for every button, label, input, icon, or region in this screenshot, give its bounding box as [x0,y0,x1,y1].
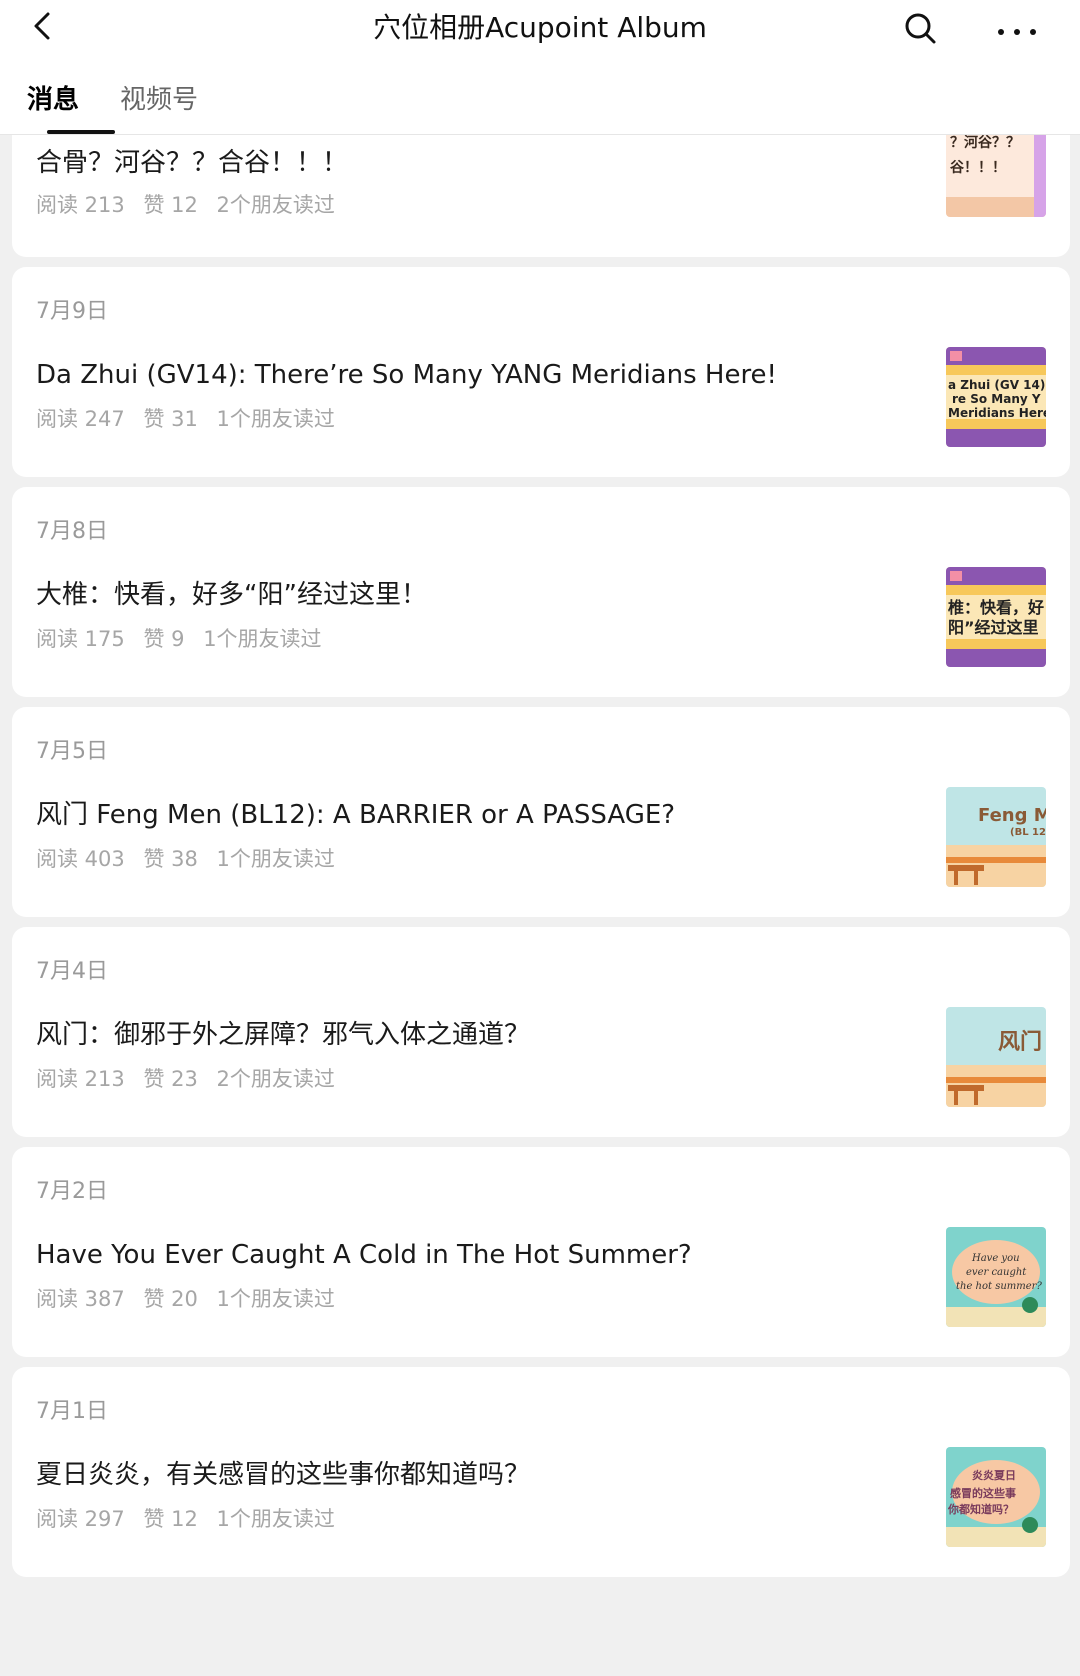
thumbnail-image: Have you ever caught the hot summer? [946,1227,1046,1327]
tab-messages[interactable]: 消息 [27,78,79,122]
like-count: 赞 38 [143,847,198,871]
article-stats: 阅读 297 赞 12 1个朋友读过 [36,1503,347,1533]
article-title[interactable]: 夏日炎炎，有关感冒的这些事你都知道吗？ [36,1457,916,1493]
svg-text:炎炎夏日: 炎炎夏日 [972,1469,1016,1482]
search-icon [905,13,936,44]
article-date: 7月4日 [36,959,108,984]
article-thumbnail[interactable]: 炎炎夏日 感冒的这些事 你都知道吗？ [946,1447,1046,1547]
like-count: 赞 23 [143,1067,198,1091]
article-stats: 阅读 213 赞 23 2个朋友读过 [36,1063,347,1093]
tab-bar: 消息 视频号 [0,78,1080,134]
article-date: 7月9日 [36,299,108,324]
svg-text:Have you: Have you [971,1253,1020,1264]
read-count: 阅读 213 [36,193,125,217]
read-count: 阅读 387 [36,1287,125,1311]
thumbnail-image: Feng M (BL 12) [946,787,1046,887]
thumbnail-image: a Zhui (GV 14): re So Many Y Meridians H… [946,347,1046,447]
article-title[interactable]: 合骨？河谷？？合谷！！！ [36,145,916,181]
thumbnail-image: 椎：快看，好 阳”经过这里 [946,567,1046,667]
like-count: 赞 20 [143,1287,198,1311]
friends-read: 1个朋友读过 [216,847,335,871]
thumbnail-image: 炎炎夏日 感冒的这些事 你都知道吗？ [946,1447,1046,1547]
read-count: 阅读 175 [36,627,125,651]
svg-text:？河谷？？: ？河谷？？ [950,135,1020,151]
friends-read: 1个朋友读过 [216,1287,335,1311]
svg-text:风门: 风门 [998,1029,1042,1055]
article-thumbnail[interactable]: a Zhui (GV 14): re So Many Y Meridians H… [946,347,1046,447]
friends-read: 2个朋友读过 [216,1067,335,1091]
article-thumbnail[interactable]: 椎：快看，好 阳”经过这里 [946,567,1046,667]
thumbnail-image: ？河谷？？ 谷！！！ [946,135,1046,217]
friends-read: 1个朋友读过 [216,1507,335,1531]
article-stats: 阅读 213 赞 12 2个朋友读过 [36,189,347,219]
svg-text:椎：快看，好: 椎：快看，好 [948,598,1044,617]
svg-text:阳”经过这里: 阳”经过这里 [948,618,1039,637]
thumbnail-image: 风门 [946,1007,1046,1107]
article-card[interactable]: 合骨？河谷？？合谷！！！ 阅读 213 赞 12 2个朋友读过 ？河谷？？ 谷！… [12,135,1070,257]
article-date: 7月1日 [36,1399,108,1424]
svg-text:Feng M: Feng M [978,805,1046,826]
active-tab-indicator [47,130,115,134]
friends-read: 1个朋友读过 [216,407,335,431]
friends-read: 2个朋友读过 [216,193,335,217]
app-header: 穴位相册Acupoint Album 消息 视频号 [0,0,1080,135]
article-date: 7月2日 [36,1179,108,1204]
article-stats: 阅读 387 赞 20 1个朋友读过 [36,1283,347,1313]
read-count: 阅读 213 [36,1067,125,1091]
svg-text:你都知道吗？: 你都知道吗？ [947,1502,1014,1516]
article-title[interactable]: 风门：御邪于外之屏障？邪气入体之通道？ [36,1017,916,1053]
article-title[interactable]: 大椎：快看，好多“阳”经过这里！ [36,577,916,613]
svg-text:re So Many Y: re So Many Y [952,392,1041,406]
article-thumbnail[interactable]: Feng M (BL 12) [946,787,1046,887]
tab-video-channel[interactable]: 视频号 [120,78,198,122]
more-button[interactable] [994,8,1040,48]
article-card[interactable]: 7月2日 Have You Ever Caught A Cold in The … [12,1147,1070,1357]
article-feed[interactable]: 合骨？河谷？？合谷！！！ 阅读 213 赞 12 2个朋友读过 ？河谷？？ 谷！… [0,135,1080,1676]
article-date: 7月8日 [36,519,108,544]
svg-text:a Zhui (GV 14):: a Zhui (GV 14): [948,378,1046,392]
read-count: 阅读 247 [36,407,125,431]
read-count: 阅读 297 [36,1507,125,1531]
article-card[interactable]: 7月4日 风门：御邪于外之屏障？邪气入体之通道？ 阅读 213 赞 23 2个朋… [12,927,1070,1137]
svg-text:谷！！！: 谷！！！ [950,160,1006,176]
article-thumbnail[interactable]: ？河谷？？ 谷！！！ [946,135,1046,217]
article-card[interactable]: 7月8日 大椎：快看，好多“阳”经过这里！ 阅读 175 赞 9 1个朋友读过 … [12,487,1070,697]
article-thumbnail[interactable]: 风门 [946,1007,1046,1107]
friends-read: 1个朋友读过 [203,627,322,651]
like-count: 赞 12 [143,1507,198,1531]
like-count: 赞 12 [143,193,198,217]
article-title[interactable]: 风门 Feng Men (BL12): A BARRIER or A PASSA… [36,797,916,833]
article-stats: 阅读 175 赞 9 1个朋友读过 [36,623,334,653]
article-card[interactable]: 7月9日 Da Zhui (GV14): There’re So Many YA… [12,267,1070,477]
svg-text:ever caught: ever caught [966,1267,1027,1278]
svg-text:Meridians Here!: Meridians Here! [948,406,1046,420]
article-title[interactable]: Da Zhui (GV14): There’re So Many YANG Me… [36,357,916,393]
svg-text:(BL 12): (BL 12) [1010,827,1046,838]
search-button[interactable] [900,8,940,48]
article-stats: 阅读 403 赞 38 1个朋友读过 [36,843,347,873]
svg-text:感冒的这些事: 感冒的这些事 [950,1486,1016,1500]
article-title[interactable]: Have You Ever Caught A Cold in The Hot S… [36,1237,916,1273]
read-count: 阅读 403 [36,847,125,871]
article-thumbnail[interactable]: Have you ever caught the hot summer? [946,1227,1046,1327]
like-count: 赞 9 [143,627,185,651]
more-horizontal-icon [998,29,1036,35]
article-date: 7月5日 [36,739,108,764]
article-stats: 阅读 247 赞 31 1个朋友读过 [36,403,347,433]
article-card[interactable]: 7月5日 风门 Feng Men (BL12): A BARRIER or A … [12,707,1070,917]
svg-text:the hot summer?: the hot summer? [956,1281,1042,1292]
like-count: 赞 31 [143,407,198,431]
article-card[interactable]: 7月1日 夏日炎炎，有关感冒的这些事你都知道吗？ 阅读 297 赞 12 1个朋… [12,1367,1070,1577]
